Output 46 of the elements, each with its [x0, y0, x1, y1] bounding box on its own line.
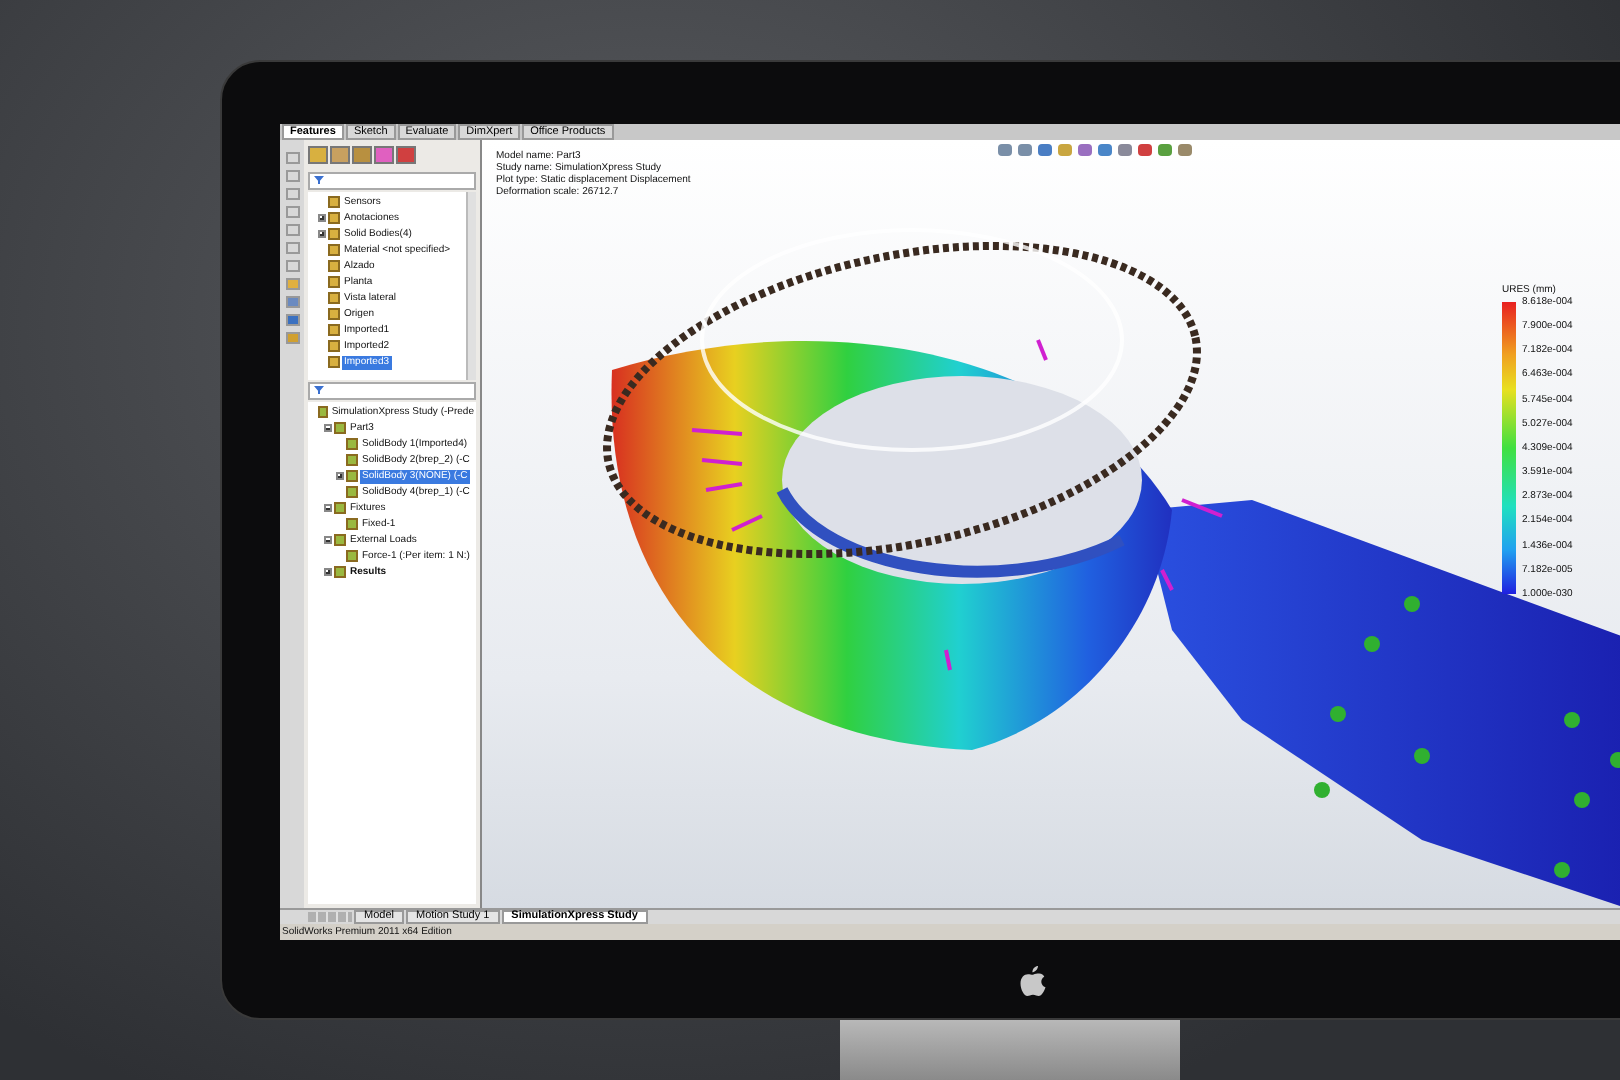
fixture-marker — [1564, 712, 1580, 728]
feature-manager-icon[interactable] — [308, 146, 328, 164]
expand-toggle[interactable] — [318, 214, 326, 222]
expand-toggle[interactable] — [324, 504, 332, 512]
node-icon — [334, 566, 346, 578]
node-icon — [346, 454, 358, 466]
fixture-marker — [1554, 862, 1570, 878]
node-icon — [328, 356, 340, 368]
fixture-marker — [1404, 596, 1420, 612]
expand-toggle[interactable] — [324, 568, 332, 576]
node-icon — [328, 276, 340, 288]
node-icon — [334, 502, 346, 514]
node-icon — [328, 292, 340, 304]
node-icon — [334, 422, 346, 434]
node-icon — [328, 340, 340, 352]
expand-toggle[interactable] — [324, 536, 332, 544]
expand-toggle[interactable] — [336, 472, 344, 480]
node-icon — [328, 212, 340, 224]
scrollbar[interactable] — [466, 192, 476, 380]
node-icon — [328, 196, 340, 208]
logo-icon — [1020, 965, 1046, 995]
node-icon — [346, 470, 358, 482]
filter-field[interactable] — [308, 382, 476, 400]
fixture-marker — [1610, 752, 1620, 768]
fixture-marker — [1330, 706, 1346, 722]
node-icon — [334, 534, 346, 546]
node-icon — [328, 244, 340, 256]
expand-toggle[interactable] — [324, 424, 332, 432]
fixture-marker — [1574, 792, 1590, 808]
node-icon — [346, 438, 358, 450]
node-icon — [328, 308, 340, 320]
node-icon — [328, 260, 340, 272]
node-icon — [346, 486, 358, 498]
fixture-marker — [1314, 782, 1330, 798]
node-icon — [346, 518, 358, 530]
node-icon — [346, 550, 358, 562]
filter-icon — [314, 386, 324, 394]
fixture-marker — [1364, 636, 1380, 652]
filter-icon — [314, 176, 324, 184]
node-icon — [328, 324, 340, 336]
node-icon — [318, 406, 328, 418]
tab-scroll-arrows-icon[interactable] — [308, 912, 352, 922]
node-icon — [328, 228, 340, 240]
filter-field[interactable] — [308, 172, 476, 190]
fixture-marker — [1414, 748, 1430, 764]
expand-toggle[interactable] — [318, 230, 326, 238]
